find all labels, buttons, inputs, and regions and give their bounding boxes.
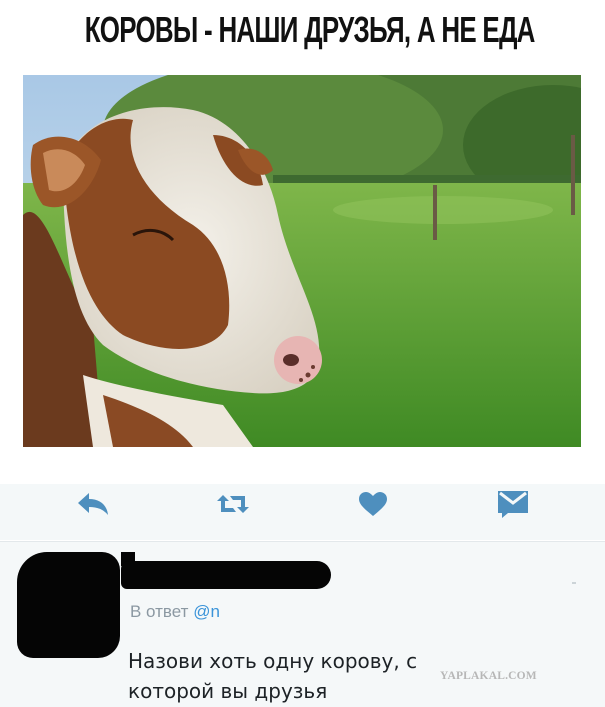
like-button[interactable]	[353, 484, 393, 524]
reply-button[interactable]	[73, 484, 113, 524]
direct-message-button[interactable]	[493, 484, 533, 524]
in-reply-to-label: В ответ	[130, 602, 189, 621]
retweet-icon	[217, 495, 249, 513]
site-watermark: YAPLAKAL.COM	[440, 670, 537, 682]
in-reply-to: В ответ @n	[130, 602, 220, 622]
reply-handle-link[interactable]: @n	[193, 602, 220, 621]
tweet-action-bar	[0, 484, 605, 540]
cow-photo	[23, 75, 581, 447]
heart-icon	[359, 492, 387, 516]
meme-title: КОРОВЫ - НАШИ ДРУЗЬЯ, А НЕ ЕДА	[84, 9, 536, 50]
redacted-avatar	[17, 552, 120, 658]
tweet-menu-caret[interactable]	[572, 582, 576, 584]
redacted-username	[121, 561, 331, 589]
cow-photo-illustration	[23, 75, 581, 447]
retweet-button[interactable]	[213, 484, 253, 524]
reply-icon	[78, 493, 108, 515]
direct-message-icon	[498, 491, 528, 518]
